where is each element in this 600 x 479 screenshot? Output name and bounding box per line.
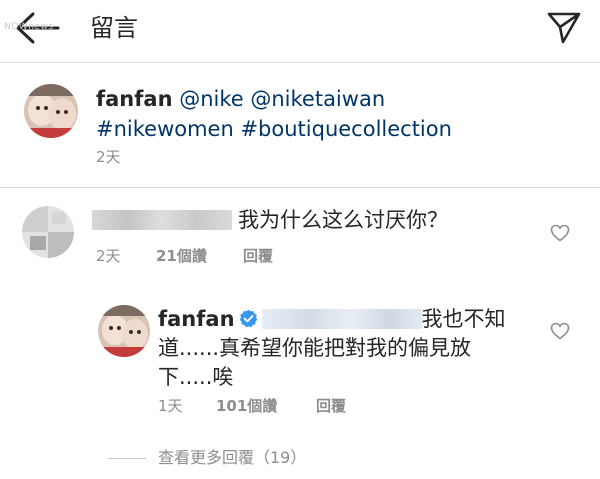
heart-outline-icon [550, 224, 570, 242]
comment-timestamp: 2天 [96, 247, 121, 265]
blurred-username[interactable] [92, 210, 232, 230]
share-button[interactable] [546, 10, 582, 46]
reply-timestamp: 1天 [158, 397, 183, 415]
header-divider [0, 62, 600, 63]
view-more-replies[interactable]: 查看更多回覆（19） [158, 448, 306, 468]
reply-username[interactable]: fanfan [158, 307, 235, 331]
reply-likes[interactable]: 101個讚 [216, 396, 277, 416]
commenter-avatar[interactable] [22, 206, 74, 258]
paper-plane-icon [547, 12, 581, 44]
watermark: NOWnews [4, 22, 54, 32]
reply-avatar[interactable] [98, 305, 150, 357]
heart-outline-icon [550, 322, 570, 340]
caption-username[interactable]: fanfan [96, 87, 173, 111]
reply: fanfan 我也不知道......真希望你能把對我的偏見放下.....唉 [158, 305, 518, 392]
blurred-mention[interactable] [261, 309, 422, 329]
caption-divider [0, 187, 600, 188]
verified-badge-icon [239, 309, 257, 328]
comment-like-button[interactable] [550, 224, 570, 242]
comment-reply-button[interactable]: 回覆 [243, 246, 273, 266]
caption-mentions[interactable]: @nike @niketaiwan [179, 87, 385, 111]
comment-text: 我为什么这么讨厌你？ [238, 208, 448, 232]
caption-hashtags[interactable]: #nikewomen #boutiquecollection [96, 117, 452, 141]
top-bar: NOWnews 留言 [0, 0, 600, 58]
caption-timestamp: 2天 [96, 148, 121, 166]
page-title: 留言 [90, 14, 138, 42]
caption: fanfan @nike @niketaiwan #nikewomen #bou… [96, 84, 576, 144]
reply-reply-button[interactable]: 回覆 [316, 396, 346, 416]
avatar[interactable] [24, 84, 78, 138]
reply-like-button[interactable] [550, 322, 570, 340]
view-more-line [108, 458, 146, 459]
comment-likes[interactable]: 21個讚 [156, 246, 207, 266]
